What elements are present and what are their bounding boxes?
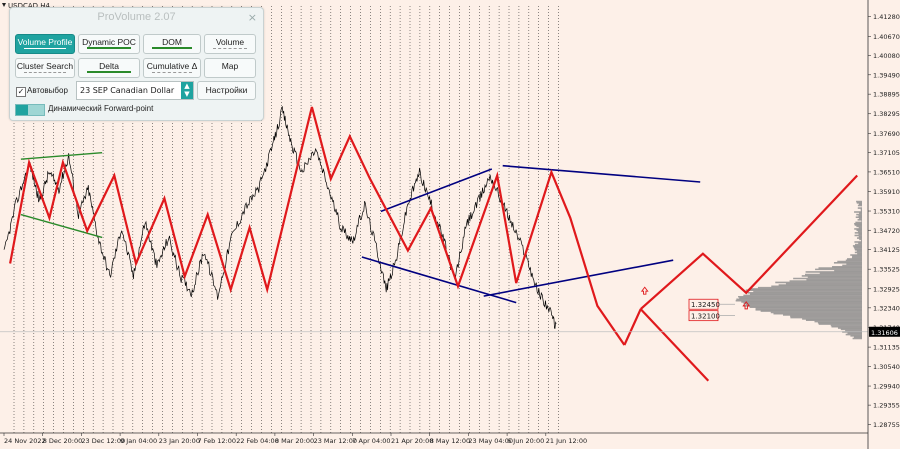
y-tick-label: 1.40080 [873,52,900,60]
y-tick-label: 1.40670 [873,33,900,41]
price-level-label: 1.32450 [691,301,720,309]
y-tick-label: 1.36510 [873,168,900,176]
close-icon[interactable]: × [248,11,257,24]
y-tick-label: 1.34125 [873,246,900,254]
y-tick-label: 1.41280 [873,13,900,21]
x-tick-label: 21 Jun 12:00 [546,437,587,445]
y-tick-label: 1.29355 [873,402,900,410]
y-tick-label: 1.31135 [873,344,900,352]
y-tick-label: 1.34720 [873,227,900,235]
x-tick-label: 8 Mar 20:00 [275,437,314,445]
x-tick-label: 24 Nov 2022 [4,437,46,445]
x-tick-label: 23 Mar 12:00 [314,437,357,445]
chevron-updown-icon: ▲ ▼ [181,82,193,99]
y-tick-label: 1.30540 [873,363,900,371]
chart-window: 1.32450 1.32100 1.41280 1.40670 1.40080 1.394… [0,0,900,449]
settings-button[interactable]: Настройки [197,81,256,100]
provolume-panel: ProVolume 2.07 × Volume Profile Dynamic … [9,7,264,121]
volume-profile-button[interactable]: Volume Profile [15,34,75,54]
y-tick-label: 1.37690 [873,130,900,138]
price-level-label: 1.32100 [691,313,720,321]
y-tick-label: 1.37105 [873,149,900,157]
x-tick-label: 8 May 12:00 [430,437,470,445]
auto-select-label: Автовыбор [27,86,68,95]
map-button[interactable]: Map [204,58,256,78]
x-tick-label: 7 Apr 04:00 [352,437,390,445]
dynamic-poc-button[interactable]: Dynamic POC [78,34,140,54]
y-tick-label: 1.32340 [873,304,900,312]
x-tick-label: 22 Feb 04:00 [236,437,279,445]
dom-button[interactable]: DOM [143,34,201,54]
volume-button[interactable]: Volume [204,34,256,54]
x-tick-label: 8 Dec 20:00 [43,437,83,445]
y-tick-label: 1.35910 [873,188,900,196]
current-price-label: 1.31606 [871,329,898,337]
y-tick-label: 1.32925 [873,285,900,293]
x-tick-label: 23 Dec 12:00 [81,437,125,445]
auto-select-checkbox[interactable]: ✓ [16,87,26,97]
y-tick-label: 1.39490 [873,71,900,79]
y-tick-label: 1.28755 [873,421,900,429]
y-tick-label: 1.38295 [873,110,900,118]
x-tick-label: 7 Feb 12:00 [198,437,237,445]
instrument-select[interactable]: 23 SEP Canadian Dollar ▲ ▼ [76,81,194,100]
y-tick-label: 1.38895 [873,91,900,99]
y-tick-label: 1.33525 [873,266,900,274]
y-tick-label: 1.29940 [873,383,900,391]
cluster-search-button[interactable]: Cluster Search [15,58,75,78]
forward-point-toggle[interactable] [15,104,45,116]
cumulative-delta-button[interactable]: Cumulative Δ [143,58,201,78]
x-tick-label: 6 Jun 20:00 [507,437,544,445]
delta-button[interactable]: Delta [78,58,140,78]
x-tick-label: 21 Apr 20:00 [391,437,433,445]
x-tick-label: 9 Jan 04:00 [120,437,157,445]
y-tick-label: 1.35310 [873,208,900,216]
forward-point-label: Динамический Forward-point [48,104,154,113]
panel-title: ProVolume 2.07 [97,11,176,23]
x-tick-label: 23 Jan 20:00 [159,437,200,445]
